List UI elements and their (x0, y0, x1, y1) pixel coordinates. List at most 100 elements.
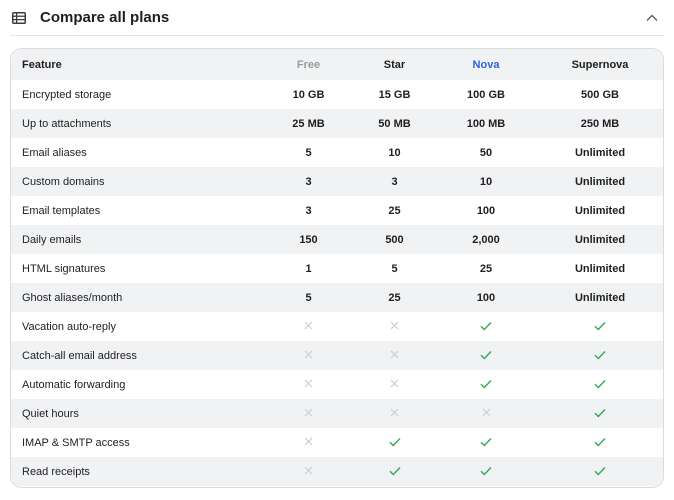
free-value: 3 (305, 204, 312, 217)
cross-icon (303, 378, 315, 390)
star-cell (354, 349, 435, 363)
nova-cell (435, 465, 537, 479)
free-cell (263, 349, 354, 363)
star-cell (354, 436, 435, 450)
check-icon (594, 320, 606, 332)
supernova-cell (537, 378, 663, 392)
nova-value: 100 (476, 291, 496, 304)
check-icon (594, 465, 606, 477)
feature-label: Daily emails (22, 233, 82, 246)
feature-label: Read receipts (22, 465, 90, 478)
nova-value: 25 (479, 262, 493, 275)
cross-icon (303, 349, 315, 361)
free-cell (263, 407, 354, 421)
free-value: 5 (305, 146, 312, 159)
column-header-free: Free (296, 58, 321, 71)
table-row: Email aliases 5 10 50 Unlimited (11, 138, 663, 167)
feature-label: HTML signatures (22, 262, 106, 275)
column-header-feature: Feature (22, 58, 62, 71)
nova-value: 2,000 (472, 233, 500, 246)
table-row: IMAP & SMTP access (11, 428, 663, 457)
table-row: Read receipts (11, 457, 663, 486)
free-cell (263, 378, 354, 392)
free-value: 150 (299, 233, 318, 246)
table-row: Custom domains 3 3 10 Unlimited (11, 167, 663, 196)
supernova-value: Unlimited (574, 204, 626, 217)
feature-label: Email aliases (22, 146, 87, 159)
free-cell (263, 465, 354, 479)
feature-label: Encrypted storage (22, 88, 112, 101)
free-value: 1 (305, 262, 312, 275)
feature-label: Quiet hours (22, 407, 79, 420)
free-value: 10 GB (292, 88, 325, 101)
nova-value: 100 MB (466, 117, 506, 130)
page-title: Compare all plans (40, 9, 170, 26)
star-value: 5 (391, 262, 398, 275)
star-value: 25 (388, 204, 401, 217)
supernova-value: 500 GB (581, 88, 619, 101)
column-header-nova: Nova (472, 58, 500, 71)
star-value: 500 (385, 233, 404, 246)
free-value: 5 (305, 291, 312, 304)
feature-label: Up to attachments (22, 117, 112, 130)
check-icon (480, 378, 492, 390)
supernova-cell (537, 465, 663, 479)
cross-icon (389, 378, 401, 390)
cross-icon (303, 465, 315, 477)
supernova-value: Unlimited (574, 262, 626, 275)
chevron-up-icon[interactable] (642, 8, 662, 28)
check-icon (480, 436, 492, 448)
feature-label: Email templates (22, 204, 101, 217)
table-row: Vacation auto-reply (11, 312, 663, 341)
supernova-cell (537, 349, 663, 363)
star-cell (354, 320, 435, 334)
star-value: 3 (391, 175, 398, 188)
table-row: Encrypted storage 10 GB 15 GB 100 GB 500 GB (11, 80, 663, 109)
star-value: 15 GB (378, 88, 411, 101)
star-value: 25 (388, 291, 401, 304)
star-cell (354, 465, 435, 479)
table-row: Catch-all email address (11, 341, 663, 370)
star-cell (354, 378, 435, 392)
free-cell (263, 436, 354, 450)
nova-value: 100 (476, 204, 496, 217)
check-icon (389, 436, 401, 448)
table-row: Ghost aliases/month 5 25 100 Unlimited (11, 283, 663, 312)
free-cell (263, 320, 354, 334)
feature-label: Catch-all email address (22, 349, 137, 362)
table-row: Up to attachments 25 MB 50 MB 100 MB 250 MB (11, 109, 663, 138)
check-icon (480, 465, 492, 477)
free-value: 3 (305, 175, 312, 188)
nova-value: 50 (479, 146, 493, 159)
nova-value: 100 GB (467, 88, 505, 101)
cross-icon (303, 320, 315, 332)
check-icon (594, 349, 606, 361)
feature-label: Ghost aliases/month (22, 291, 123, 304)
star-value: 50 MB (378, 117, 411, 130)
table-row: Automatic forwarding (11, 370, 663, 399)
check-icon (594, 436, 606, 448)
feature-label: Custom domains (22, 175, 105, 188)
cross-icon (303, 436, 315, 448)
table-icon (12, 10, 28, 26)
nova-cell (435, 349, 537, 363)
feature-label: Automatic forwarding (22, 378, 126, 391)
supernova-value: Unlimited (574, 175, 626, 188)
nova-cell (435, 320, 537, 334)
table-row: HTML signatures 1 5 25 Unlimited (11, 254, 663, 283)
cross-icon (389, 320, 401, 332)
star-value: 10 (388, 146, 401, 159)
section-header[interactable]: Compare all plans (10, 0, 664, 36)
free-value: 25 MB (292, 117, 325, 130)
plans-comparison-table: Feature Free Star Nova Supernova Encrypt… (10, 48, 664, 488)
column-header-supernova: Supernova (571, 58, 629, 71)
check-icon (480, 320, 492, 332)
nova-cell (435, 436, 537, 450)
cross-icon (303, 407, 315, 419)
supernova-value: Unlimited (574, 233, 626, 246)
supernova-cell (537, 320, 663, 334)
cross-icon (389, 349, 401, 361)
table-row: Quiet hours (11, 399, 663, 428)
feature-label: Vacation auto-reply (22, 320, 116, 333)
supernova-cell (537, 407, 663, 421)
